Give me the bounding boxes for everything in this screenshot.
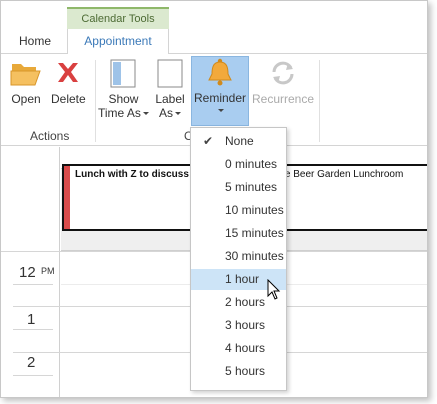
show-time-as-line2: Time As xyxy=(98,106,141,120)
show-time-as-line1: Show xyxy=(108,92,139,106)
label-as-button[interactable]: Label As xyxy=(153,58,187,120)
label-as-line1: Label xyxy=(155,92,185,106)
recurrence-icon xyxy=(272,61,294,85)
reminder-button[interactable]: Reminder xyxy=(191,56,250,126)
label-as-label: Label As xyxy=(155,92,184,120)
reminder-option-30-minutes[interactable]: 30 minutes xyxy=(191,246,286,267)
reminder-option-label: 5 hours xyxy=(225,364,266,378)
delete-x-icon xyxy=(58,63,79,82)
reminder-option-label: 0 minutes xyxy=(225,157,278,171)
reminder-option-4-hours[interactable]: 4 hours xyxy=(191,338,286,359)
reminder-option-15-minutes[interactable]: 15 minutes xyxy=(191,223,286,244)
gutter-tick xyxy=(13,284,53,285)
reminder-option-label: None xyxy=(225,134,254,148)
reminder-option-label: 5 minutes xyxy=(225,180,278,194)
time-ampm-12: PM xyxy=(41,266,55,276)
recurrence-button[interactable]: Recurrence xyxy=(252,58,314,106)
tab-appointment[interactable]: Appointment xyxy=(67,29,169,55)
show-time-as-icon xyxy=(110,59,136,88)
gutter-tick xyxy=(13,329,53,330)
mouse-cursor-icon xyxy=(267,279,281,300)
reminder-label: Reminder xyxy=(194,91,247,105)
time-label-12: 12 xyxy=(19,264,36,281)
reminder-option-5-minutes[interactable]: 5 minutes xyxy=(191,177,286,198)
chevron-down-icon xyxy=(218,109,225,112)
open-button[interactable]: Open xyxy=(9,58,43,106)
reminder-option-0-minutes[interactable]: 0 minutes xyxy=(191,154,286,175)
reminder-option-10-minutes[interactable]: 10 minutes xyxy=(191,200,286,221)
appointment-label-bar xyxy=(64,166,70,229)
delete-button[interactable]: Delete xyxy=(51,58,86,106)
group-separator xyxy=(95,60,96,142)
reminder-option-label: 4 hours xyxy=(225,341,266,355)
recurrence-label: Recurrence xyxy=(252,92,315,106)
folder-open-icon xyxy=(10,64,41,86)
reminder-option-label: 30 minutes xyxy=(225,249,284,263)
reminder-dropdown-menu: ✔ None 0 minutes 5 minutes 10 minutes 15… xyxy=(190,127,287,391)
appointment-location: e Beer Garden Lunchroom xyxy=(284,169,404,180)
tab-home[interactable]: Home xyxy=(11,29,59,54)
reminder-option-label: 15 minutes xyxy=(225,226,284,240)
reminder-option-label: 2 hours xyxy=(225,295,266,309)
app-window: Calendar Tools Home Appointment Open Del… xyxy=(0,0,428,398)
chevron-down-icon xyxy=(175,112,181,116)
reminder-option-3-hours[interactable]: 3 hours xyxy=(191,315,286,336)
label-as-icon xyxy=(157,59,183,88)
calendar-tools-context-header: Calendar Tools xyxy=(67,7,169,29)
time-label-2: 2 xyxy=(27,354,36,371)
reminder-option-none[interactable]: ✔ None xyxy=(191,131,286,152)
show-time-as-button[interactable]: Show Time As xyxy=(98,58,149,120)
group-label-actions: Actions xyxy=(30,129,70,143)
reminder-option-5-hours[interactable]: 5 hours xyxy=(191,361,286,382)
show-time-as-label: Show Time As xyxy=(98,92,149,120)
chevron-down-icon xyxy=(142,112,149,116)
group-separator xyxy=(319,60,320,142)
gutter-tick xyxy=(13,375,53,376)
delete-label: Delete xyxy=(51,92,86,106)
ribbon-tabbar: Home Appointment xyxy=(1,29,427,55)
open-label: Open xyxy=(11,92,41,106)
reminder-option-label: 1 hour xyxy=(225,272,260,286)
appointment-subject: Lunch with Z to discuss xyxy=(75,169,189,180)
checkmark-icon: ✔ xyxy=(203,134,214,148)
reminder-option-label: 10 minutes xyxy=(225,203,284,217)
label-as-line2: As xyxy=(158,106,173,120)
reminder-option-label: 3 hours xyxy=(225,318,266,332)
bell-icon xyxy=(208,58,232,86)
time-label-1: 1 xyxy=(27,311,36,328)
